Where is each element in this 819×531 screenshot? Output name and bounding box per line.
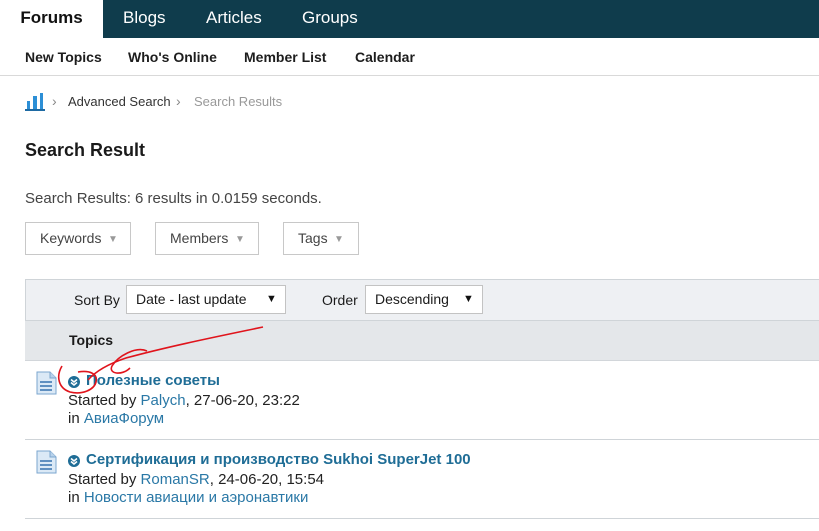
topic-started-by: Started by Palych, 27-06-20, 23:22	[68, 392, 300, 409]
caret-down-icon: ▼	[108, 234, 118, 245]
caret-down-icon: ▼	[235, 234, 245, 245]
topic-row: Полезные советы Started by Palych, 27-06…	[25, 361, 819, 440]
dropdown-arrow-icon: ▼	[266, 293, 277, 305]
tab-articles[interactable]: Articles	[206, 0, 262, 38]
topic-date: , 24-06-20, 15:54	[209, 471, 325, 488]
order-value: Descending	[375, 291, 449, 307]
started-by-label: Started by	[68, 471, 137, 488]
results-summary: Search Results: 6 results in 0.0159 seco…	[25, 190, 322, 207]
subnav-member-list[interactable]: Member List	[244, 49, 326, 65]
topic-title-link[interactable]: Сертификация и производство Sukhoi Super…	[86, 451, 471, 468]
topic-forum: in АвиаФорум	[68, 410, 164, 427]
subnav-whos-online[interactable]: Who's Online	[128, 49, 217, 65]
expand-preview-icon[interactable]	[68, 455, 80, 467]
sub-nav: New Topics Who's Online Member List Cale…	[0, 38, 819, 76]
tab-blogs[interactable]: Blogs	[123, 0, 166, 38]
topics-column-header: Topics	[25, 321, 819, 361]
tags-filter-button[interactable]: Tags ▼	[283, 222, 359, 255]
document-icon	[36, 371, 57, 395]
topic-started-by: Started by RomanSR, 24-06-20, 15:54	[68, 471, 324, 488]
topic-forum-link[interactable]: Новости авиации и аэронавтики	[84, 489, 308, 506]
tab-groups[interactable]: Groups	[302, 0, 358, 38]
caret-down-icon: ▼	[334, 234, 344, 245]
started-by-label: Started by	[68, 392, 137, 409]
topic-author-link[interactable]: Palych	[141, 392, 186, 409]
breadcrumb-advanced-search[interactable]: Advanced Search	[68, 94, 171, 109]
in-label: in	[68, 410, 80, 427]
subnav-calendar[interactable]: Calendar	[355, 49, 415, 65]
tags-filter-label: Tags	[298, 230, 328, 246]
keywords-filter-button[interactable]: Keywords ▼	[25, 222, 131, 255]
expand-preview-icon[interactable]	[68, 376, 80, 388]
sort-bar: Sort By Date - last update ▼ Order Desce…	[25, 279, 819, 321]
home-icon[interactable]	[25, 92, 45, 111]
top-nav: Forums Blogs Articles Groups	[0, 0, 819, 38]
dropdown-arrow-icon: ▼	[463, 293, 474, 305]
page-title: Search Result	[25, 140, 146, 160]
topic-forum: in Новости авиации и аэронавтики	[68, 489, 308, 506]
order-select[interactable]: Descending ▼	[365, 285, 483, 314]
members-filter-button[interactable]: Members ▼	[155, 222, 259, 255]
keywords-filter-label: Keywords	[40, 230, 102, 246]
topic-date: , 27-06-20, 23:22	[185, 392, 300, 409]
breadcrumb-separator: ›	[176, 93, 181, 109]
breadcrumb-current: Search Results	[194, 94, 283, 109]
topic-row: Сертификация и производство Sukhoi Super…	[25, 440, 819, 519]
topic-title-link[interactable]: Полезные советы	[86, 372, 220, 389]
subnav-new-topics[interactable]: New Topics	[25, 49, 102, 65]
topic-forum-link[interactable]: АвиаФорум	[84, 410, 164, 427]
sort-by-select[interactable]: Date - last update ▼	[126, 285, 286, 314]
breadcrumb-separator: ›	[52, 93, 57, 109]
members-filter-label: Members	[170, 230, 229, 246]
topics-header-label: Topics	[69, 332, 114, 348]
in-label: in	[68, 489, 80, 506]
order-label: Order	[322, 292, 358, 308]
sort-by-value: Date - last update	[136, 291, 247, 307]
topic-author-link[interactable]: RomanSR	[141, 471, 210, 488]
sort-by-label: Sort By	[74, 292, 120, 308]
document-icon	[36, 450, 57, 474]
page: Forums Blogs Articles Groups New Topics …	[0, 0, 819, 531]
tab-forums[interactable]: Forums	[0, 0, 103, 38]
